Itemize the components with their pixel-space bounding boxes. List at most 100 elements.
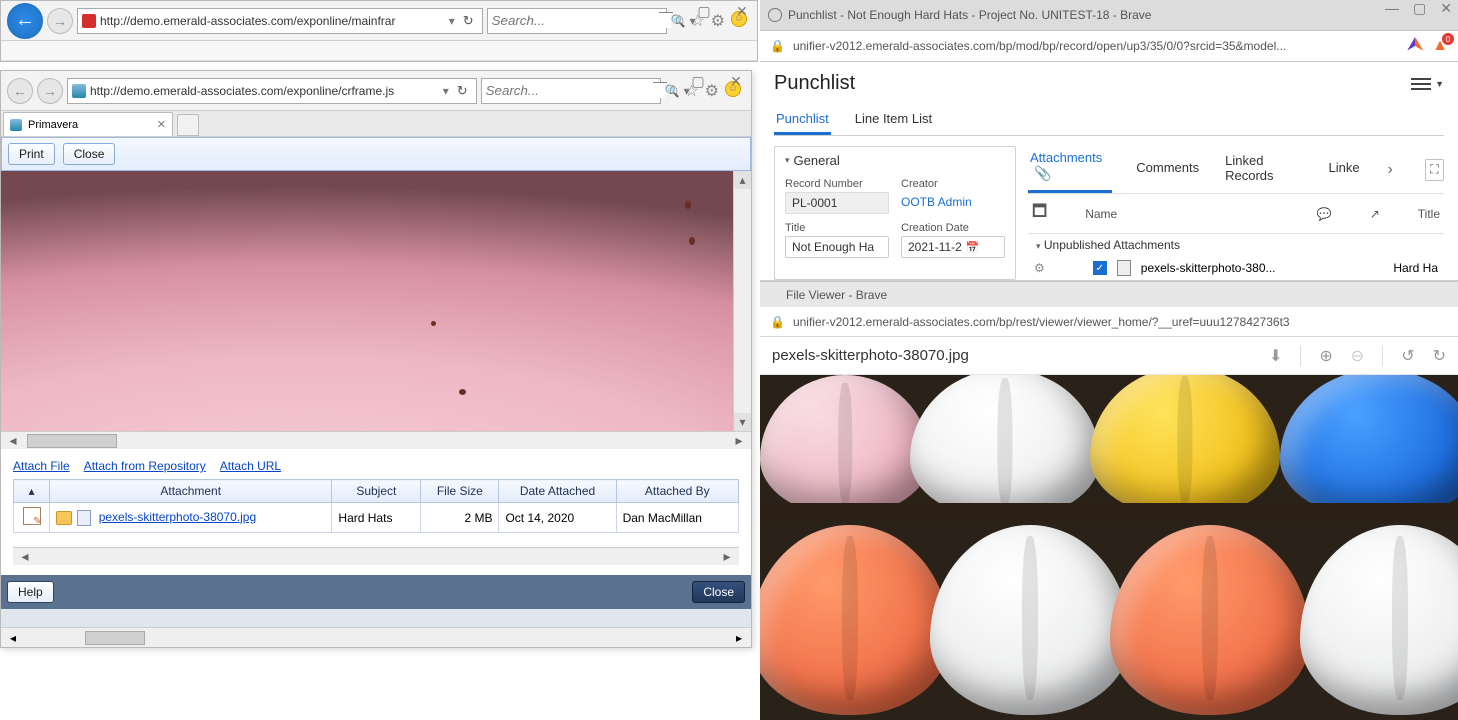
address-bar[interactable]: ▾ ↻ bbox=[67, 78, 477, 104]
image-viewport[interactable] bbox=[760, 375, 1458, 720]
maximize-icon[interactable]: ▢ bbox=[687, 73, 709, 90]
close-button[interactable]: Close bbox=[63, 143, 116, 165]
refresh-icon[interactable]: ↻ bbox=[453, 83, 472, 99]
rotate-right-icon[interactable]: ↻ bbox=[1433, 346, 1446, 366]
input-title[interactable]: Not Enough Ha bbox=[785, 236, 889, 258]
vertical-scrollbar[interactable]: ▴ ▾ bbox=[733, 171, 751, 431]
scroll-down-icon[interactable]: ▾ bbox=[734, 413, 751, 431]
scroll-left-icon[interactable]: ◂ bbox=[1, 432, 25, 449]
rotate-left-icon[interactable]: ↺ bbox=[1401, 346, 1414, 366]
scroll-right-icon[interactable]: ▸ bbox=[715, 548, 739, 565]
maximize-icon[interactable]: ▢ bbox=[693, 3, 715, 20]
attach-file-link[interactable]: Attach File bbox=[13, 459, 70, 473]
minimize-icon[interactable]: — bbox=[649, 73, 671, 90]
calendar-icon[interactable]: 📅 bbox=[966, 241, 980, 254]
zoom-out-icon[interactable]: ⊖ bbox=[1351, 346, 1364, 366]
tab-close-icon[interactable]: ✕ bbox=[157, 118, 166, 131]
input-creation-date[interactable]: 2021-11-2📅 bbox=[901, 236, 1005, 258]
expand-pane-icon[interactable]: ⛶ bbox=[1425, 159, 1444, 181]
attachments-group[interactable]: ▾ Unpublished Attachments bbox=[1028, 234, 1444, 256]
folder-icon[interactable] bbox=[56, 511, 72, 525]
brave-address-bar[interactable]: 🔒 ▲0 bbox=[760, 30, 1458, 62]
attachment-filename-link[interactable]: pexels-skitterphoto-38070.jpg bbox=[99, 510, 256, 524]
col-attachment[interactable]: Attachment bbox=[50, 480, 332, 503]
app-toolbar: Print Close bbox=[1, 137, 751, 171]
folder-header-icon[interactable]: 🗖 bbox=[1032, 200, 1047, 227]
close-button[interactable]: Close bbox=[692, 581, 745, 603]
forward-button[interactable]: → bbox=[47, 8, 73, 34]
forward-button[interactable]: → bbox=[37, 78, 63, 104]
horizontal-scrollbar[interactable]: ◂ ▸ bbox=[1, 431, 751, 449]
col-title[interactable]: Title bbox=[1418, 207, 1440, 221]
dropdown-icon[interactable]: ▾ bbox=[443, 84, 449, 98]
tab-punchlist[interactable]: Punchlist bbox=[774, 105, 831, 135]
table-row[interactable]: pexels-skitterphoto-38070.jpg Hard Hats … bbox=[14, 503, 739, 533]
col-date[interactable]: Date Attached bbox=[499, 480, 616, 503]
tab-line-items[interactable]: Line Item List bbox=[853, 105, 934, 135]
collapse-icon[interactable]: ▾ bbox=[785, 155, 790, 166]
help-button[interactable]: Help bbox=[7, 581, 54, 603]
minimize-icon[interactable]: — bbox=[1385, 0, 1399, 17]
scroll-right-icon[interactable]: ▸ bbox=[727, 432, 751, 449]
notification-icon[interactable]: ▲0 bbox=[1432, 37, 1448, 55]
section-title: General bbox=[794, 153, 840, 168]
attach-repo-link[interactable]: Attach from Repository bbox=[84, 459, 206, 473]
new-tab-button[interactable] bbox=[177, 114, 199, 136]
scroll-left-icon[interactable]: ◂ bbox=[1, 631, 25, 645]
close-icon[interactable]: ✕ bbox=[731, 3, 753, 20]
brave-logo-icon[interactable] bbox=[1406, 37, 1424, 55]
scroll-right-icon[interactable]: ▸ bbox=[727, 631, 751, 645]
col-subject[interactable]: Subject bbox=[332, 480, 421, 503]
close-icon[interactable]: ✕ bbox=[1440, 0, 1452, 17]
search-input[interactable] bbox=[492, 13, 671, 28]
attachment-row[interactable]: ⚙ ✓ pexels-skitterphoto-380... Hard Ha bbox=[1028, 256, 1444, 280]
minimize-icon[interactable]: — bbox=[655, 3, 677, 20]
print-button[interactable]: Print bbox=[8, 143, 55, 165]
col-by[interactable]: Attached By bbox=[616, 480, 738, 503]
tab-linked-records[interactable]: Linked Records bbox=[1223, 149, 1304, 191]
page-menu-button[interactable]: ▼ bbox=[1411, 78, 1444, 90]
scroll-left-icon[interactable]: ◂ bbox=[13, 548, 37, 565]
scroll-thumb[interactable] bbox=[85, 631, 145, 645]
site-favicon-icon bbox=[82, 14, 96, 28]
tab-attachments[interactable]: Attachments📎 bbox=[1028, 146, 1112, 193]
row-checkbox[interactable]: ✓ bbox=[1093, 261, 1107, 275]
dropdown-icon[interactable]: ▾ bbox=[449, 14, 455, 28]
url-input[interactable] bbox=[793, 39, 1398, 53]
refresh-icon[interactable]: ↻ bbox=[459, 13, 478, 29]
label-title: Title bbox=[785, 222, 889, 234]
share-header-icon[interactable]: ↗ bbox=[1370, 207, 1380, 221]
browser-tab[interactable]: Primavera ✕ bbox=[3, 112, 173, 136]
search-box[interactable]: 🔍 ▾ bbox=[481, 78, 661, 104]
col-filesize[interactable]: File Size bbox=[421, 480, 499, 503]
col-sort[interactable]: ▴ bbox=[14, 480, 50, 503]
file-viewer-address-bar[interactable]: 🔒 bbox=[760, 307, 1458, 337]
outer-horizontal-scrollbar[interactable]: ◂ ▸ bbox=[1, 627, 751, 647]
maximize-icon[interactable]: ▢ bbox=[1413, 0, 1426, 17]
search-input[interactable] bbox=[486, 83, 665, 98]
attach-url-link[interactable]: Attach URL bbox=[220, 459, 281, 473]
close-icon[interactable]: ✕ bbox=[725, 73, 747, 90]
zoom-in-icon[interactable]: ⊕ bbox=[1319, 346, 1332, 366]
url-input[interactable] bbox=[793, 315, 1448, 329]
download-icon[interactable]: ⬇ bbox=[1269, 346, 1282, 366]
comment-header-icon[interactable]: 💬 bbox=[1317, 207, 1332, 221]
col-name[interactable]: Name bbox=[1085, 207, 1279, 221]
search-box[interactable]: 🔍 ▾ bbox=[487, 8, 667, 34]
back-button[interactable]: ← bbox=[7, 3, 43, 39]
tabs-overflow-icon[interactable]: › bbox=[1384, 161, 1397, 179]
url-input[interactable] bbox=[90, 84, 439, 98]
url-input[interactable] bbox=[100, 14, 445, 28]
notification-badge: 0 bbox=[1442, 33, 1454, 45]
tab-comments[interactable]: Comments bbox=[1134, 156, 1201, 183]
note-icon[interactable] bbox=[23, 507, 41, 525]
horizontal-scrollbar[interactable]: ◂ ▸ bbox=[13, 547, 739, 565]
address-bar[interactable]: ▾ ↻ bbox=[77, 8, 483, 34]
scroll-thumb[interactable] bbox=[27, 434, 117, 448]
row-settings-icon[interactable]: ⚙ bbox=[1034, 261, 1045, 275]
tab-linked-trunc[interactable]: Linke bbox=[1326, 156, 1361, 183]
value-creator[interactable]: OOTB Admin bbox=[901, 192, 1005, 212]
scroll-up-icon[interactable]: ▴ bbox=[734, 171, 751, 189]
back-button[interactable]: ← bbox=[7, 78, 33, 104]
collapse-icon[interactable]: ▾ bbox=[1036, 241, 1041, 251]
